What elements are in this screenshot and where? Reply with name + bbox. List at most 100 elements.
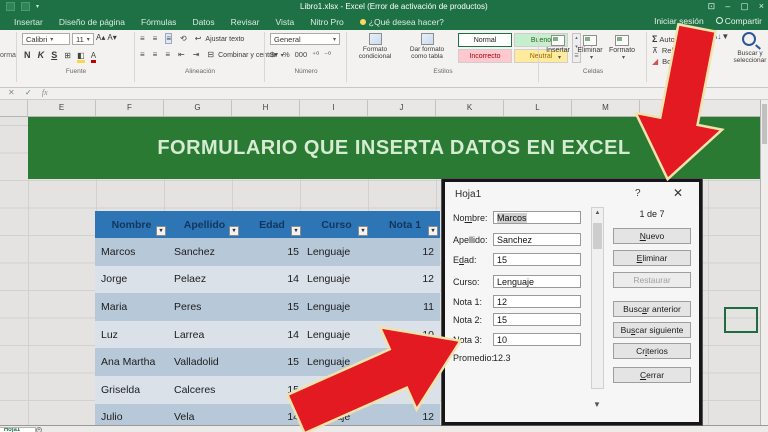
cell-apellido[interactable]: Calceres [168, 376, 241, 404]
dialog-scrollbar-thumb[interactable] [593, 223, 602, 249]
filter-dropdown-icon[interactable]: ▾ [428, 226, 438, 236]
dialog-button-criterios[interactable]: Cr i terios [613, 343, 691, 359]
fill-button[interactable]: ⊼ Rellenar ▾ [652, 46, 699, 55]
menu-tab--qu-desea-hacer-[interactable]: ¿Qué desea hacer? [352, 15, 452, 29]
cell-nota1[interactable]: 11 [370, 348, 440, 376]
cell-edad[interactable]: 15 [241, 238, 303, 266]
dialog-input-edad[interactable]: 15 [493, 253, 581, 266]
align-middle-icon[interactable]: ≡ [153, 34, 158, 43]
sort-filter-icon[interactable]: A↓▼ [712, 32, 729, 41]
fill-color-icon[interactable]: ◧ [77, 51, 85, 63]
filter-dropdown-icon[interactable]: ▾ [156, 226, 166, 236]
column-header-l[interactable]: L [504, 100, 572, 116]
cell-apellido[interactable]: Valladolid [168, 348, 241, 376]
column-header-g[interactable]: G [164, 100, 232, 116]
cells-eliminar-button[interactable]: Eliminar ▾ [574, 34, 606, 61]
bold-button[interactable]: N [24, 50, 31, 60]
increase-decimal-icon[interactable]: ⁺⁰ [312, 50, 319, 59]
currency-format-icon[interactable]: $▾ [270, 50, 278, 59]
column-header-h[interactable]: H [232, 100, 300, 116]
cell-curso[interactable]: Lenguaje [303, 266, 370, 294]
dialog-input-nombre[interactable]: Marcos [493, 211, 581, 224]
cell-curso[interactable]: Lenguaje [303, 348, 370, 376]
menu-tab-vista[interactable]: Vista [267, 15, 302, 29]
clear-button[interactable]: ◢ Borrar ▾ [652, 57, 699, 66]
font-color-icon[interactable]: A [90, 51, 97, 63]
dialog-input-nota3[interactable]: 10 [493, 333, 581, 346]
align-top-icon[interactable]: ≡ [140, 34, 145, 43]
dialog-button-buscar-anterior[interactable]: Busc a r anterior [613, 301, 691, 317]
cell-nombre[interactable]: Ana Martha [95, 348, 168, 376]
column-header-i[interactable]: I [300, 100, 368, 116]
cells-formato-button[interactable]: Formato ▾ [606, 34, 638, 61]
grow-font-button[interactable]: A▴ [96, 33, 105, 45]
shrink-font-button[interactable]: A▾ [107, 33, 116, 45]
align-right-icon[interactable]: ≡ [165, 50, 170, 59]
cell-edad[interactable]: 14 [241, 321, 303, 349]
font-size-select[interactable]: 11 ▾ [72, 33, 94, 45]
scroll-down-icon[interactable]: ▼ [593, 400, 601, 409]
italic-button[interactable]: K [38, 50, 45, 60]
decrease-decimal-icon[interactable]: ⁻⁰ [324, 50, 331, 59]
table-header-nombre[interactable]: Nombre ▾ [95, 211, 168, 238]
cell-edad[interactable]: 15 [241, 293, 303, 321]
dialog-input-nota2[interactable]: 15 [493, 313, 581, 326]
format-as-table-button[interactable]: Dar formato como tabla [402, 32, 452, 60]
menu-tab-dise-o-de-p-gina[interactable]: Diseño de página [51, 15, 133, 29]
cell-curso[interactable]: Lenguaje [303, 321, 370, 349]
table-header-nota-1[interactable]: Nota 1 ▾ [370, 211, 440, 238]
cell-nota1[interactable]: 12 [370, 238, 440, 266]
menu-tab-revisar[interactable]: Revisar [223, 15, 268, 29]
comma-format-icon[interactable]: 000 [295, 50, 308, 59]
cell-apellido[interactable]: Pelaez [168, 266, 241, 294]
close-icon[interactable]: × [759, 1, 764, 12]
format-painter-partial-label[interactable]: ormato [0, 52, 16, 59]
sign-in-link[interactable]: Iniciar sesión [654, 16, 704, 26]
cell-edad[interactable]: 14 [241, 266, 303, 294]
increase-indent-icon[interactable]: ⇥ [193, 50, 200, 59]
align-left-icon[interactable]: ≡ [140, 50, 145, 59]
sheet-tab[interactable]: Hoja1 [0, 427, 36, 432]
orientation-icon[interactable]: ⟲ [180, 34, 187, 43]
column-header-m[interactable]: M [572, 100, 640, 116]
cell-nota1[interactable]: 10 [370, 321, 440, 349]
insert-function-icon[interactable]: fx [42, 88, 48, 97]
dialog-input-curso[interactable]: Lenguaje [493, 275, 581, 288]
wrap-text-button[interactable]: ↩ Ajustar texto [195, 34, 245, 43]
autosum-button[interactable]: Σ Autosuma ▾ [652, 34, 699, 44]
column-header-e[interactable]: E [28, 100, 96, 116]
dialog-button-nuevo[interactable]: Nuevo [613, 228, 691, 244]
cell-apellido[interactable]: Sanchez [168, 238, 241, 266]
menu-tab-insertar[interactable]: Insertar [6, 15, 51, 29]
dialog-button-buscar-siguiente[interactable]: Bu s car siguiente [613, 322, 691, 338]
table-header-edad[interactable]: Edad ▾ [241, 211, 303, 238]
underline-button[interactable]: S [51, 50, 57, 60]
dialog-button-restaurar[interactable]: Restaurar [613, 272, 691, 288]
percent-format-icon[interactable]: % [283, 50, 290, 59]
filter-dropdown-icon[interactable]: ▾ [229, 226, 239, 236]
find-select-button[interactable] [742, 32, 756, 48]
menu-tab-f-rmulas[interactable]: Fórmulas [133, 15, 184, 29]
enter-icon[interactable]: ✓ [25, 88, 32, 97]
cells-insertar-button[interactable]: Insertar ▾ [542, 34, 574, 61]
conditional-format-button[interactable]: Formato condicional [350, 32, 400, 60]
dialog-close-icon[interactable]: ✕ [673, 186, 683, 200]
cancel-icon[interactable]: ✕ [8, 88, 15, 97]
cell-edad[interactable]: 15 [241, 348, 303, 376]
dialog-scrollbar[interactable]: ▲ [591, 207, 604, 389]
cell-curso[interactable]: Lenguaje [303, 238, 370, 266]
cell-apellido[interactable]: Larrea [168, 321, 241, 349]
dialog-input-apellido[interactable]: Sanchez [493, 233, 581, 246]
cell-curso[interactable]: Lenguaje [303, 293, 370, 321]
column-header-k[interactable]: K [436, 100, 504, 116]
column-header-partial[interactable] [0, 100, 28, 116]
decrease-indent-icon[interactable]: ⇤ [178, 50, 185, 59]
qat-dropdown-icon[interactable]: ▾ [36, 3, 39, 10]
cell-edad[interactable]: 15 [241, 376, 303, 404]
column-header-j[interactable]: J [368, 100, 436, 116]
table-header-curso[interactable]: Curso ▾ [303, 211, 370, 238]
cell-nombre[interactable]: Jorge [95, 266, 168, 294]
new-sheet-icon[interactable]: + [36, 427, 42, 432]
scrollbar-thumb[interactable] [762, 104, 767, 144]
cell-nombre[interactable]: Marcos [95, 238, 168, 266]
